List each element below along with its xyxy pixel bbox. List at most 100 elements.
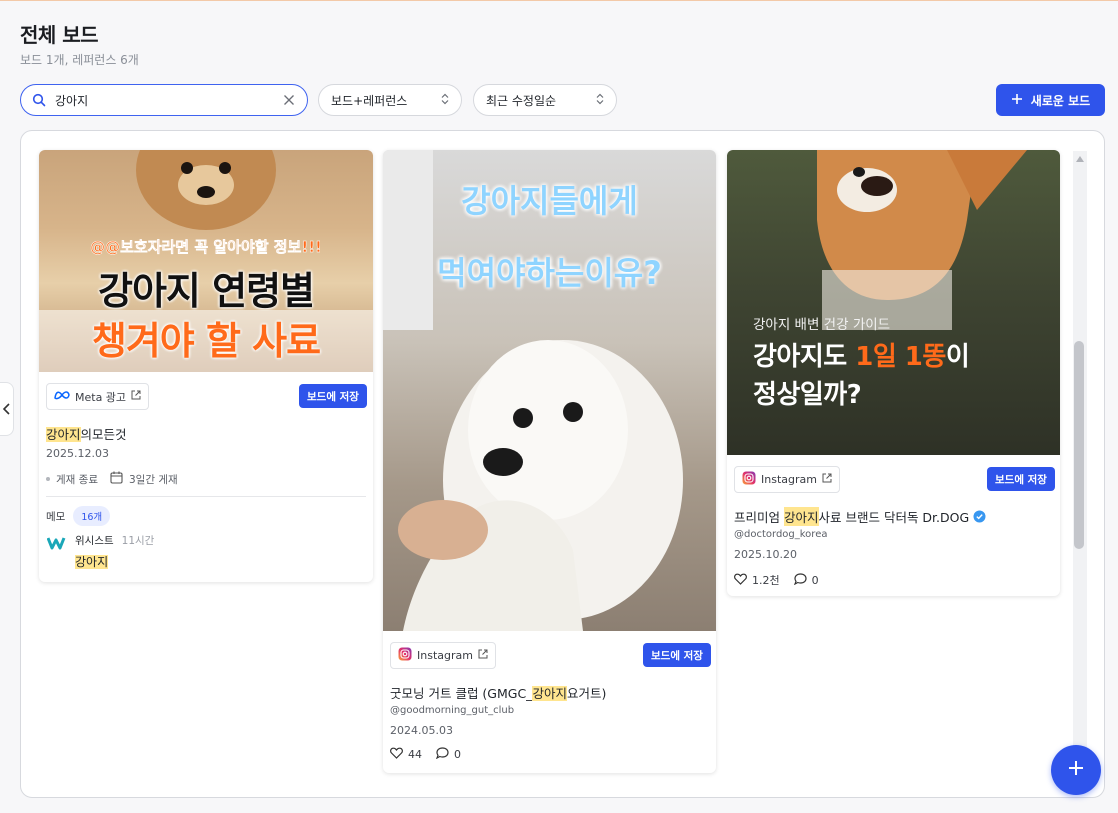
title-highlight: 강아지 (532, 686, 567, 701)
title-text-pre: 굿모닝 거트 클럽 (GMGC_ (390, 686, 533, 701)
title-text: 의모든것 (80, 427, 127, 442)
card-date: 2025.12.03 (46, 447, 109, 460)
likes-count: 1.2천 (752, 574, 780, 587)
search-icon (31, 92, 47, 108)
new-board-label: 새로운 보드 (1030, 93, 1091, 108)
plus-icon (1067, 759, 1085, 781)
memo-text: 강아지 (75, 553, 109, 570)
comments-count: 0 (811, 573, 819, 587)
instagram-icon (398, 647, 412, 664)
account-handle: @doctordog_korea (734, 529, 828, 540)
memo-avatar (46, 535, 67, 555)
comment-icon (793, 572, 807, 588)
meta-icon (54, 390, 70, 403)
caption-part-c: 이 (945, 342, 970, 372)
memo-author: 위시스트 (75, 535, 114, 547)
title-highlight: 강아지 (46, 427, 81, 442)
sort-arrows-icon (596, 93, 604, 108)
board-container: @@보호자라면 꼭 알아야할 정보!!! 강아지 연령별 챙겨야 할 사료 Me… (20, 130, 1105, 798)
thumbnail-caption-main: 강아지 연령별 (98, 269, 315, 313)
plus-icon (1011, 93, 1023, 108)
card-title: 프리미엄 강아지 사료 브랜드 닥터독 Dr.DOG (734, 507, 986, 526)
sort-value: 최근 수정일순 (486, 93, 557, 108)
source-chip-instagram[interactable]: Instagram (390, 642, 496, 669)
type-filter-select[interactable]: 보드+레퍼런스 (318, 84, 462, 116)
comments-count: 0 (454, 748, 461, 761)
reference-card[interactable]: 강아지 배변 건강 가이드 강아지도 1일 1똥이 정상일까? Instagra… (727, 150, 1060, 596)
page-subtitle: 보드 1개, 레퍼런스 6개 (20, 53, 139, 67)
status-dot-icon (46, 477, 50, 481)
verified-badge-icon (973, 510, 986, 523)
clear-search-icon[interactable] (281, 92, 297, 108)
thumbnail-caption-small: 강아지 배변 건강 가이드 (753, 317, 891, 333)
title-text-post: 사료 브랜드 닥터독 Dr.DOG (818, 510, 970, 525)
type-filter-value: 보드+레퍼런스 (331, 93, 408, 108)
search-input[interactable] (55, 93, 281, 107)
likes-stat: 1.2천 (734, 572, 780, 588)
page-title: 전체 보드 (20, 23, 99, 47)
source-label: Instagram (761, 473, 817, 486)
thumbnail-caption-line1: 강아지들에게 (461, 182, 638, 220)
likes-count: 44 (408, 748, 422, 761)
card-date: 2024.05.03 (390, 724, 453, 737)
memo-label: 메모 (46, 510, 66, 523)
heart-icon (734, 573, 747, 588)
memo-highlight: 강아지 (75, 555, 109, 569)
instagram-icon (742, 471, 756, 488)
card-title: 굿모닝 거트 클럽 (GMGC_강아지요거트) (390, 683, 606, 702)
card-thumbnail[interactable]: 강아지들에게 먹여야하는이유? (383, 150, 716, 631)
reference-card[interactable]: 강아지들에게 먹여야하는이유? Instagram 보드에 저장 굿모닝 거트 … (383, 150, 716, 773)
thumbnail-caption-line2: 정상일까? (753, 380, 862, 410)
comments-stat: 0 (435, 747, 461, 762)
top-accent-line (0, 0, 1118, 1)
floating-add-button[interactable] (1051, 745, 1101, 795)
collapse-panel-button[interactable] (0, 382, 14, 436)
account-handle: @goodmorning_gut_club (390, 705, 515, 716)
ad-status-row: 게재 종료 3일간 게재 (46, 471, 178, 487)
comments-stat: 0 (793, 572, 819, 588)
sort-select[interactable]: 최근 수정일순 (473, 84, 617, 116)
heart-icon (390, 747, 403, 762)
memo-meta: 위시스트 11시간 (75, 533, 154, 548)
source-chip-instagram[interactable]: Instagram (734, 466, 840, 493)
source-label: Meta 광고 (75, 390, 127, 404)
caption-part-b: 1일 1똥 (855, 342, 946, 372)
memo-time: 11시간 (121, 535, 155, 547)
thumbnail-caption-line2: 먹여야하는이유? (437, 254, 662, 292)
scrollbar-thumb[interactable] (1074, 341, 1084, 549)
calendar-icon (110, 471, 123, 487)
ad-status: 게재 종료 (56, 473, 98, 486)
source-label: Instagram (417, 649, 473, 662)
thumbnail-caption-top: @@보호자라면 꼭 알아야할 정보!!! (90, 238, 322, 257)
card-thumbnail[interactable]: @@보호자라면 꼭 알아야할 정보!!! 강아지 연령별 챙겨야 할 사료 (39, 150, 373, 372)
reference-card[interactable]: @@보호자라면 꼭 알아야할 정보!!! 강아지 연령별 챙겨야 할 사료 Me… (39, 150, 373, 582)
memo-row: 메모 16개 (46, 506, 111, 526)
save-to-board-button[interactable]: 보드에 저장 (299, 384, 367, 408)
card-title: 강아지의모든것 (46, 424, 127, 443)
chevron-left-icon (2, 400, 10, 419)
dog-photo-illustration (383, 150, 683, 631)
source-chip-meta[interactable]: Meta 광고 (46, 383, 150, 410)
thumbnail-caption-line1: 강아지도 1일 1똥이 (753, 336, 970, 373)
memo-count-badge[interactable]: 16개 (73, 506, 111, 526)
thumbnail-caption-sub: 챙겨야 할 사료 (91, 319, 321, 363)
title-text-pre: 프리미엄 (734, 510, 784, 525)
caption-part-a: 강아지도 (753, 342, 856, 372)
scroll-up-arrow-icon[interactable] (1074, 153, 1086, 165)
engagement-stats: 44 0 (390, 747, 461, 762)
ad-duration: 3일간 게재 (128, 473, 178, 486)
save-to-board-button[interactable]: 보드에 저장 (643, 643, 711, 667)
new-board-button[interactable]: 새로운 보드 (996, 84, 1105, 116)
engagement-stats: 1.2천 0 (734, 572, 819, 588)
search-box[interactable] (20, 84, 308, 116)
card-thumbnail[interactable]: 강아지 배변 건강 가이드 강아지도 1일 1똥이 정상일까? (727, 150, 1060, 455)
external-link-icon (822, 473, 832, 486)
divider (46, 496, 366, 497)
sort-arrows-icon (441, 93, 449, 108)
external-link-icon (131, 390, 141, 403)
title-text-post: 요거트) (566, 686, 607, 701)
title-highlight: 강아지 (783, 507, 819, 526)
save-to-board-button[interactable]: 보드에 저장 (987, 467, 1055, 491)
comment-icon (435, 747, 449, 762)
external-link-icon (478, 649, 488, 662)
